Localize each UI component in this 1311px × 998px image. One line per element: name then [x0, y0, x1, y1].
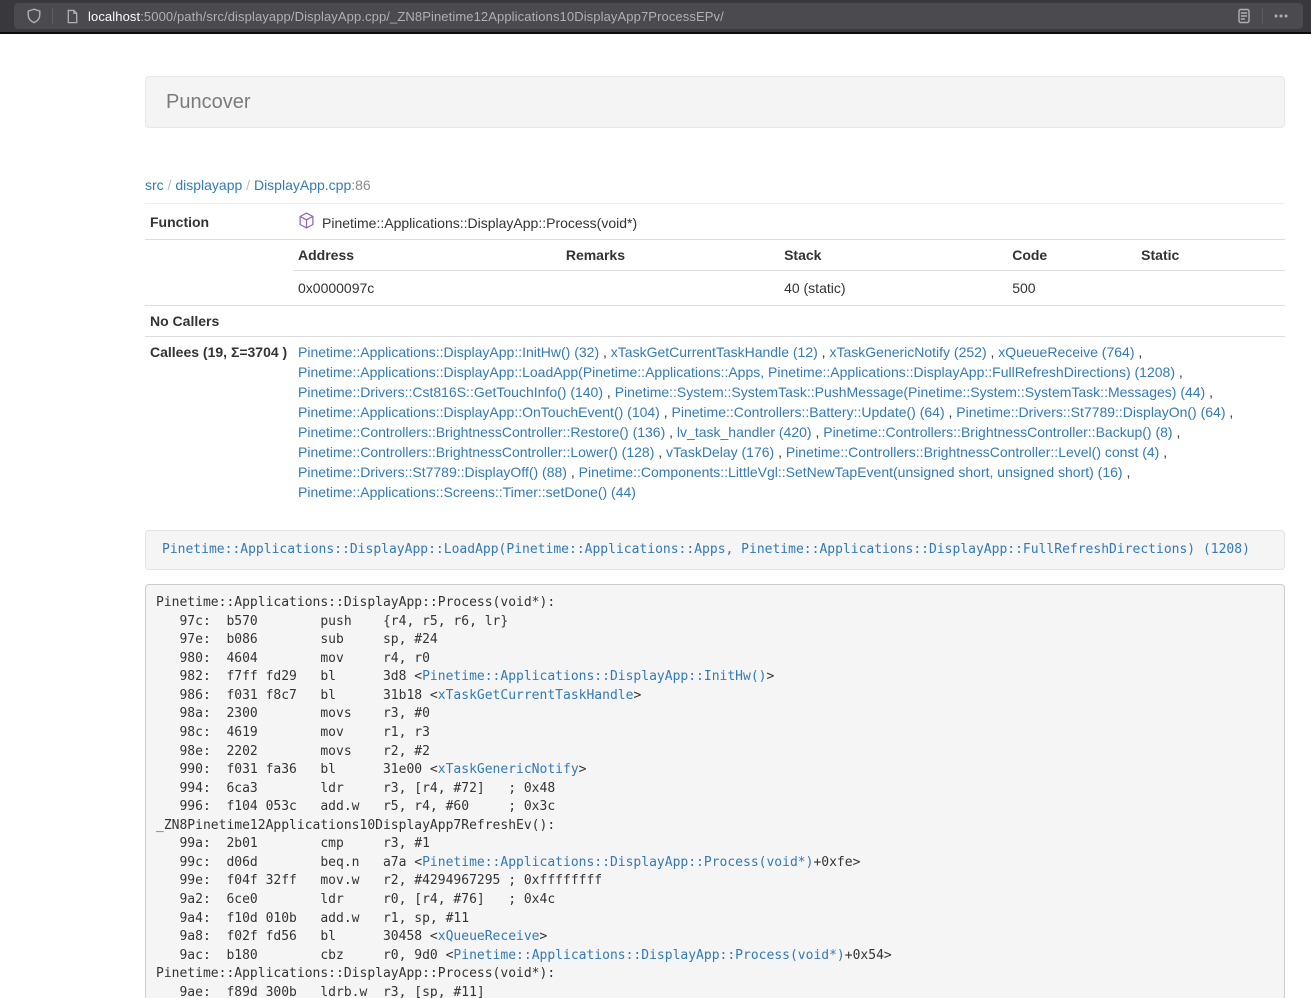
page-icon[interactable]	[65, 9, 80, 24]
callee-link[interactable]: xQueueReceive (764)	[998, 344, 1134, 360]
callee-link[interactable]: Pinetime::Applications::DisplayApp::Load…	[298, 364, 1175, 380]
breadcrumb-link[interactable]: DisplayApp.cpp	[254, 177, 351, 193]
callee-link[interactable]: Pinetime::Drivers::St7789::DisplayOn() (…	[956, 404, 1225, 420]
callee-link[interactable]: Pinetime::Controllers::Battery::Update()…	[672, 404, 945, 420]
url-text[interactable]: localhost:5000/path/src/displayapp/Displ…	[88, 9, 1228, 24]
callee-link[interactable]: xTaskGenericNotify (252)	[829, 344, 986, 360]
code-symbol-link[interactable]: xTaskGenericNotify	[438, 762, 579, 777]
breadcrumb-link[interactable]: src	[145, 177, 164, 193]
breadcrumb-separator: /	[164, 177, 176, 193]
code-symbol-link[interactable]: xTaskGetCurrentTaskHandle	[438, 688, 634, 703]
callee-link[interactable]: Pinetime::System::SystemTask::PushMessag…	[615, 384, 1206, 400]
code-symbol-link[interactable]: Pinetime::Applications::DisplayApp::Proc…	[453, 948, 844, 963]
urlbar-separator	[52, 8, 53, 24]
cube-icon	[298, 212, 315, 234]
breadcrumb: src / displayapp / DisplayApp.cpp:86	[145, 175, 1285, 195]
function-row: Function Pinetime::Applications::Display…	[145, 207, 1285, 240]
callee-link[interactable]: Pinetime::Drivers::Cst816S::GetTouchInfo…	[298, 384, 603, 400]
more-menu-icon[interactable]	[1265, 8, 1297, 24]
highlighted-callee-well: Pinetime::Applications::DisplayApp::Load…	[145, 530, 1285, 570]
address-value: 0x0000097c	[293, 271, 561, 306]
remarks-value	[561, 271, 779, 306]
breadcrumb-line-number: :86	[351, 177, 370, 193]
page-content: Puncover src / displayapp / DisplayApp.c…	[145, 34, 1285, 998]
callee-link[interactable]: Pinetime::Drivers::St7789::DisplayOff() …	[298, 464, 567, 480]
urlbar-separator	[1262, 8, 1263, 24]
column-header-code: Code	[1007, 240, 1136, 271]
highlighted-callee-link[interactable]: Pinetime::Applications::DisplayApp::Load…	[162, 542, 1250, 557]
shield-icon[interactable]	[20, 8, 50, 24]
callees-list: Pinetime::Applications::DisplayApp::Init…	[293, 337, 1285, 508]
code-symbol-link[interactable]: Pinetime::Applications::DisplayApp::Proc…	[422, 855, 813, 870]
callee-link[interactable]: Pinetime::Applications::Screens::Timer::…	[298, 484, 636, 500]
breadcrumb-link[interactable]: displayapp	[175, 177, 242, 193]
callee-link[interactable]: Pinetime::Applications::DisplayApp::Init…	[298, 344, 599, 360]
reader-mode-icon[interactable]	[1228, 8, 1260, 24]
breadcrumb-separator: /	[242, 177, 254, 193]
column-header-address: Address	[293, 240, 561, 271]
assembly-code: Pinetime::Applications::DisplayApp::Proc…	[145, 584, 1285, 998]
divider	[145, 203, 1285, 204]
column-header-remarks: Remarks	[561, 240, 779, 271]
browser-chrome: localhost:5000/path/src/displayapp/Displ…	[0, 0, 1311, 34]
callee-link[interactable]: Pinetime::Controllers::BrightnessControl…	[298, 444, 654, 460]
column-header-stack: Stack	[779, 240, 1007, 271]
code-value: 500	[1007, 271, 1136, 306]
callee-link[interactable]: Pinetime::Applications::DisplayApp::OnTo…	[298, 404, 660, 420]
function-details-row: Address Remarks Stack Code Static 0x0000…	[145, 240, 1285, 306]
function-table: Function Pinetime::Applications::Display…	[145, 207, 1285, 507]
function-label: Function	[145, 207, 293, 240]
no-callers-row: No Callers	[145, 306, 1285, 337]
static-value	[1136, 271, 1285, 306]
code-symbol-link[interactable]: Pinetime::Applications::DisplayApp::Init…	[422, 669, 766, 684]
function-stats-row: 0x0000097c 40 (static) 500	[293, 271, 1285, 306]
column-header-static: Static	[1136, 240, 1285, 271]
callee-link[interactable]: lv_task_handler (420)	[677, 424, 812, 440]
callees-label: Callees (19, Σ=3704 )	[145, 337, 293, 508]
page-title: Puncover	[166, 91, 251, 113]
page-title-panel: Puncover	[145, 76, 1285, 128]
empty-label	[145, 240, 293, 306]
callee-link[interactable]: vTaskDelay (176)	[666, 444, 774, 460]
callee-link[interactable]: Pinetime::Controllers::BrightnessControl…	[298, 424, 665, 440]
no-callers-label: No Callers	[145, 306, 293, 337]
code-symbol-link[interactable]: xQueueReceive	[438, 929, 540, 944]
callee-link[interactable]: Pinetime::Components::LittleVgl::SetNewT…	[579, 464, 1123, 480]
callees-row: Callees (19, Σ=3704 ) Pinetime::Applicat…	[145, 337, 1285, 508]
url-bar[interactable]: localhost:5000/path/src/displayapp/Displ…	[14, 3, 1303, 29]
function-name: Pinetime::Applications::DisplayApp::Proc…	[322, 213, 637, 233]
url-host: localhost	[88, 9, 140, 24]
function-stats-table: Address Remarks Stack Code Static 0x0000…	[293, 240, 1285, 305]
url-path: :5000/path/src/displayapp/DisplayApp.cpp…	[140, 9, 724, 24]
callee-link[interactable]: Pinetime::Controllers::BrightnessControl…	[786, 444, 1159, 460]
callee-link[interactable]: xTaskGetCurrentTaskHandle (12)	[611, 344, 818, 360]
stack-value: 40 (static)	[779, 271, 1007, 306]
callee-link[interactable]: Pinetime::Controllers::BrightnessControl…	[823, 424, 1172, 440]
